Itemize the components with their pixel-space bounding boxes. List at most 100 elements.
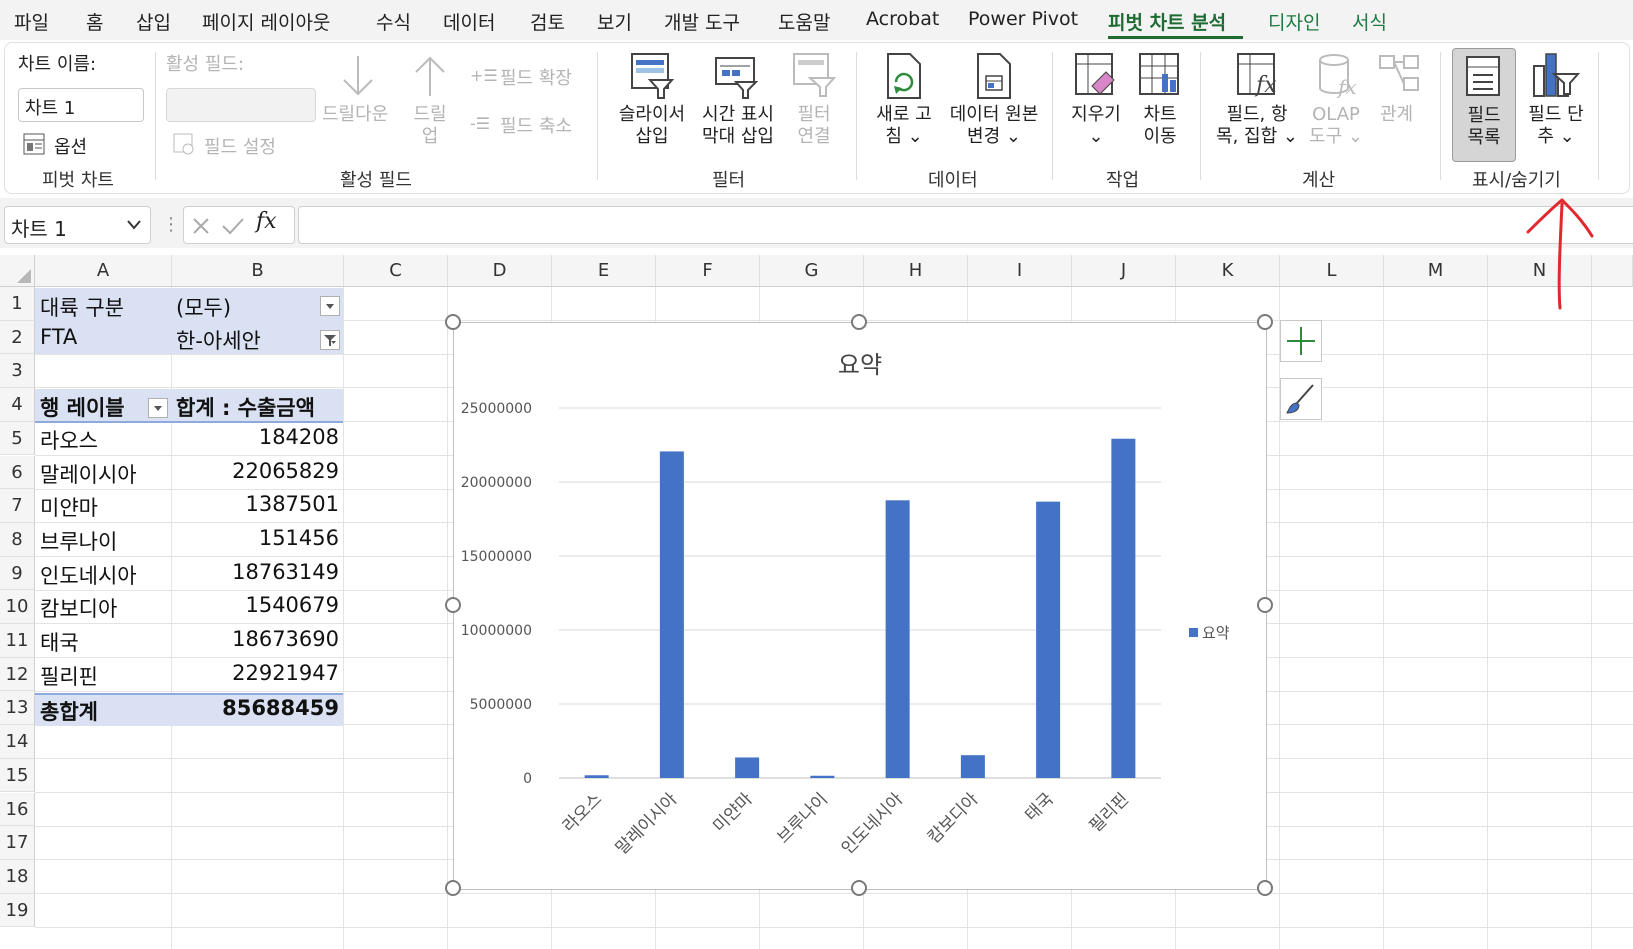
- resize-handle[interactable]: [445, 880, 461, 896]
- insert-slicer-button[interactable]: 슬라이서 삽입: [612, 104, 692, 148]
- tab-format[interactable]: 서식: [1352, 8, 1387, 35]
- chart-styles-button[interactable]: [1280, 378, 1322, 420]
- cancel-icon[interactable]: [190, 215, 212, 237]
- tab-data[interactable]: 데이터: [443, 8, 495, 35]
- row-header-6[interactable]: 6: [0, 455, 35, 490]
- row-header-9[interactable]: 9: [0, 556, 35, 591]
- column-header-i[interactable]: I: [968, 255, 1072, 287]
- clear-button[interactable]: 지우기 ⌄: [1066, 104, 1126, 148]
- row-header-1[interactable]: 1: [0, 287, 35, 321]
- column-header-d[interactable]: D: [448, 255, 552, 287]
- drill-down-button[interactable]: 드릴다운: [322, 104, 388, 126]
- insert-function-icon[interactable]: fx: [256, 209, 277, 234]
- resize-handle[interactable]: [445, 597, 461, 613]
- drill-down-icon: [338, 52, 378, 104]
- column-header-g[interactable]: G: [760, 255, 864, 287]
- resize-handle[interactable]: [1257, 880, 1273, 896]
- column-header-b[interactable]: B: [172, 255, 344, 287]
- row-header-18[interactable]: 18: [0, 859, 35, 894]
- column-header-k[interactable]: K: [1176, 255, 1280, 287]
- active-tab-underline: [1108, 36, 1243, 39]
- tab-pivotchart-analyze[interactable]: 피벗 차트 분석: [1108, 8, 1226, 35]
- ribbon-separator: [856, 52, 857, 180]
- column-header-h[interactable]: H: [864, 255, 968, 287]
- active-field-input[interactable]: [166, 88, 316, 122]
- resize-handle[interactable]: [1257, 597, 1273, 613]
- change-data-source-button[interactable]: 데이터 원본 변경 ⌄: [942, 104, 1046, 148]
- field-settings-button[interactable]: 필드 설정: [172, 132, 276, 160]
- resize-handle[interactable]: [445, 314, 461, 330]
- timeline-icon: [714, 56, 759, 104]
- column-header-j[interactable]: J: [1072, 255, 1176, 287]
- filter1-dropdown-button[interactable]: [320, 296, 340, 316]
- resize-handle[interactable]: [851, 314, 867, 330]
- row-header-11[interactable]: 11: [0, 624, 35, 658]
- row-header-15[interactable]: 15: [0, 758, 35, 793]
- row-header-17[interactable]: 17: [0, 826, 35, 860]
- row-header-3[interactable]: 3: [0, 354, 35, 389]
- row-header-2[interactable]: 2: [0, 320, 35, 355]
- filter2-dropdown-button[interactable]: [320, 330, 340, 350]
- ribbon-separator: [1440, 52, 1441, 180]
- legend-label: 요약: [1202, 624, 1230, 642]
- row-header-7[interactable]: 7: [0, 489, 35, 523]
- column-header-c[interactable]: C: [344, 255, 448, 287]
- move-chart-button[interactable]: 차트 이동: [1136, 104, 1184, 148]
- tab-view[interactable]: 보기: [597, 8, 632, 35]
- fields-items-sets-button[interactable]: 필드, 항 목, 집합 ⌄: [1212, 104, 1302, 148]
- row-header-8[interactable]: 8: [0, 522, 35, 557]
- tab-page-layout[interactable]: 페이지 레이아웃: [202, 8, 330, 35]
- formula-input[interactable]: [298, 206, 1633, 244]
- tab-power-pivot[interactable]: Power Pivot: [968, 8, 1078, 30]
- resize-handle[interactable]: [1257, 314, 1273, 330]
- row-header-4[interactable]: 4: [0, 388, 35, 422]
- olap-tools-button[interactable]: OLAP 도구 ⌄: [1306, 104, 1366, 148]
- name-box-value: 차트 1: [11, 217, 67, 241]
- tab-file[interactable]: 파일: [14, 8, 49, 35]
- column-header-l[interactable]: L: [1280, 255, 1384, 287]
- options-button[interactable]: 옵션: [22, 132, 87, 160]
- column-header-e[interactable]: E: [552, 255, 656, 287]
- expand-field-button[interactable]: +☰ 필드 확장: [470, 66, 572, 89]
- field-list-button[interactable]: 필드 목록: [1452, 48, 1516, 162]
- row-header-16[interactable]: 16: [0, 792, 35, 827]
- row-label-dropdown-button[interactable]: [148, 398, 168, 418]
- column-header-f[interactable]: F: [656, 255, 760, 287]
- name-box[interactable]: 차트 1: [4, 206, 151, 244]
- chart-elements-button[interactable]: [1280, 320, 1322, 362]
- chart-name-input[interactable]: 차트 1: [18, 88, 144, 122]
- group-label-data: 데이터: [928, 170, 978, 191]
- collapse-field-button[interactable]: -☰ 필드 축소: [470, 114, 572, 137]
- gridline-vertical: [1487, 287, 1488, 949]
- column-header-a[interactable]: A: [35, 255, 172, 287]
- drill-up-button[interactable]: 드릴 업: [412, 104, 448, 148]
- resize-handle[interactable]: [851, 880, 867, 896]
- tab-design[interactable]: 디자인: [1268, 8, 1320, 35]
- field-buttons-button[interactable]: 필드 단 추 ⌄: [1518, 104, 1594, 148]
- move-chart-icon: [1138, 52, 1182, 104]
- filter-connections-button[interactable]: 필터 연결: [794, 104, 834, 148]
- row-header-19[interactable]: 19: [0, 893, 35, 928]
- row-header-10[interactable]: 10: [0, 590, 35, 624]
- tab-insert[interactable]: 삽입: [136, 8, 171, 35]
- enter-check-icon[interactable]: [220, 215, 246, 237]
- group-label-active-field: 활성 필드: [340, 170, 412, 191]
- row-header-14[interactable]: 14: [0, 725, 35, 759]
- row-header-12[interactable]: 12: [0, 657, 35, 692]
- select-all-corner[interactable]: [0, 255, 35, 287]
- tab-acrobat[interactable]: Acrobat: [866, 8, 939, 30]
- tab-home[interactable]: 홈: [86, 8, 103, 35]
- tab-help[interactable]: 도움말: [778, 8, 830, 35]
- insert-timeline-button[interactable]: 시간 표시 막대 삽입: [696, 104, 780, 148]
- olap-label-1: OLAP: [1312, 104, 1360, 125]
- tab-review[interactable]: 검토: [530, 8, 565, 35]
- column-header-m[interactable]: M: [1384, 255, 1488, 287]
- relationships-button[interactable]: 관계: [1380, 104, 1413, 126]
- row-header-13[interactable]: 13: [0, 691, 35, 726]
- tab-formulas[interactable]: 수식: [376, 8, 411, 35]
- row-header-5[interactable]: 5: [0, 421, 35, 456]
- tab-developer[interactable]: 개발 도구: [664, 8, 740, 35]
- pivot-chart[interactable]: 요약 0 5000000 10000000 15000000 20000000 250000…: [453, 322, 1267, 890]
- group-label-show-hide: 표시/숨기기: [1472, 170, 1561, 191]
- refresh-button[interactable]: 새로 고 침 ⌄: [868, 104, 940, 148]
